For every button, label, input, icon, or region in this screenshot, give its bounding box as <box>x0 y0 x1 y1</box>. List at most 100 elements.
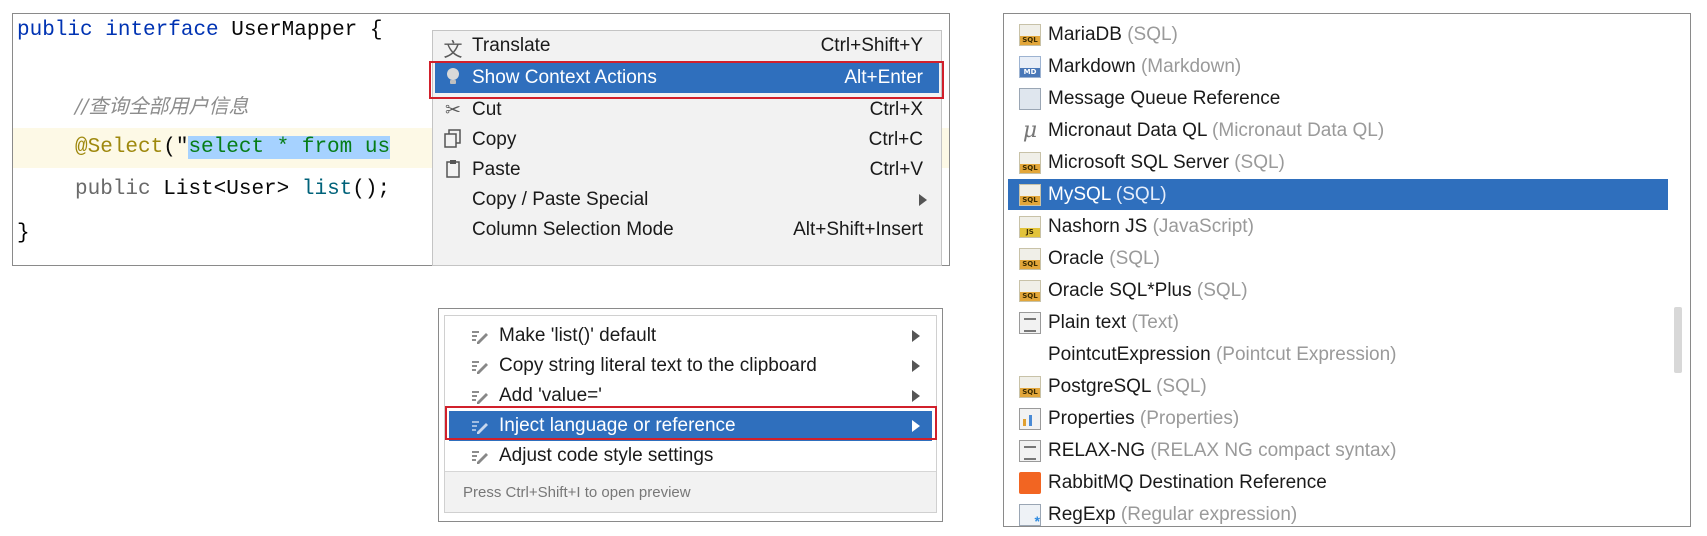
selected-sql-string[interactable]: select * from us <box>188 136 391 159</box>
language-type: (Pointcut Expression) <box>1215 344 1397 365</box>
intention-label: Inject language or reference <box>499 415 736 436</box>
menu-item-shortcut: Ctrl+Shift+Y <box>820 35 923 56</box>
language-name: RegExp <box>1048 504 1116 525</box>
menu-item-shortcut: Ctrl+C <box>868 129 923 150</box>
language-name: RELAX-NG <box>1048 440 1146 461</box>
language-name: MariaDB <box>1048 24 1122 45</box>
lightbulb-icon <box>441 67 465 89</box>
intention-label: Copy string literal text to the clipboar… <box>499 355 817 376</box>
menu-item-label: Column Selection Mode <box>472 219 674 240</box>
pencil-icon <box>469 416 489 436</box>
javascript-icon <box>1019 216 1041 238</box>
keyword-public: public <box>17 19 93 42</box>
intention-make-default[interactable]: Make 'list()' default <box>449 321 932 351</box>
language-item-mysql[interactable]: MySQL (SQL) <box>1008 179 1668 210</box>
sql-icon <box>1019 184 1041 206</box>
intention-footer: Press Ctrl+Shift+I to open preview <box>445 471 936 512</box>
intention-copy-string-literal[interactable]: Copy string literal text to the clipboar… <box>449 351 932 381</box>
select-annotation: @Select <box>75 136 164 159</box>
sql-icon <box>1019 152 1041 174</box>
language-item-rabbitmq[interactable]: RabbitMQ Destination Reference <box>1008 467 1668 498</box>
language-item-relax-ng[interactable]: RELAX-NG (RELAX NG compact syntax) <box>1008 435 1668 466</box>
translate-icon: 文 <box>443 40 463 61</box>
open-brace: { <box>369 19 383 42</box>
menu-item-copy-paste-special[interactable]: Copy / Paste Special <box>435 185 939 215</box>
language-name: RabbitMQ Destination Reference <box>1048 472 1327 493</box>
language-type: (Text) <box>1131 312 1179 333</box>
language-item-microsoft-sql-server[interactable]: Microsoft SQL Server (SQL) <box>1008 147 1668 178</box>
menu-item-shortcut: Alt+Enter <box>844 67 923 88</box>
pencil-icon <box>469 446 489 466</box>
intention-list: Make 'list()' default Copy string litera… <box>444 315 937 513</box>
rabbitmq-icon <box>1019 472 1041 494</box>
language-item-plain-text[interactable]: Plain text (Text) <box>1008 307 1668 338</box>
language-type: (SQL) <box>1127 24 1178 45</box>
menu-item-show-context-actions[interactable]: Show Context Actions Alt+Enter <box>435 63 939 93</box>
menu-item-label: Show Context Actions <box>472 67 657 88</box>
language-name: Message Queue Reference <box>1048 88 1281 109</box>
pencil-icon <box>469 326 489 346</box>
menu-item-label: Translate <box>472 35 551 56</box>
menu-item-shortcut: Ctrl+X <box>869 99 923 120</box>
annotation-open-quote: (" <box>163 136 189 159</box>
menu-item-paste[interactable]: Paste Ctrl+V <box>435 155 939 185</box>
language-item-postgresql[interactable]: PostgreSQL (SQL) <box>1008 371 1668 402</box>
submenu-arrow-icon <box>912 330 920 342</box>
language-name: Oracle SQL*Plus <box>1048 280 1192 301</box>
language-type: (Properties) <box>1139 408 1240 429</box>
language-name: MySQL <box>1048 184 1111 205</box>
sql-icon <box>1019 376 1041 398</box>
preview-hint: Press Ctrl+Shift+I to open preview <box>463 484 691 501</box>
language-item-oracle[interactable]: Oracle (SQL) <box>1008 243 1668 274</box>
text-file-icon <box>1019 440 1041 462</box>
intention-label: Adjust code style settings <box>499 445 714 466</box>
scrollbar-thumb[interactable] <box>1674 307 1682 373</box>
keyword-interface: interface <box>105 19 219 42</box>
method-name: list <box>301 178 353 201</box>
language-type: (SQL) <box>1196 280 1248 301</box>
language-item-properties[interactable]: Properties (Properties) <box>1008 403 1668 434</box>
intention-add-value[interactable]: Add 'value=' <box>449 381 932 411</box>
menu-item-copy[interactable]: Copy Ctrl+C <box>435 125 939 155</box>
language-item-mariadb[interactable]: MariaDB (SQL) <box>1008 19 1668 50</box>
paste-icon <box>441 159 465 181</box>
menu-item-cut[interactable]: ✂ Cut Ctrl+X <box>435 95 939 125</box>
scissors-icon: ✂ <box>445 100 461 121</box>
intention-adjust-code-style[interactable]: Adjust code style settings <box>449 441 932 471</box>
language-item-message-queue[interactable]: Message Queue Reference <box>1008 83 1668 114</box>
menu-item-label: Cut <box>472 99 502 120</box>
text-file-icon <box>1019 312 1041 334</box>
language-type: (SQL) <box>1234 152 1285 173</box>
language-item-markdown[interactable]: Markdown (Markdown) <box>1008 51 1668 82</box>
menu-item-shortcut: Ctrl+V <box>869 159 923 180</box>
language-name: Properties <box>1048 408 1135 429</box>
regexp-icon <box>1019 504 1041 526</box>
language-name: PointcutExpression <box>1048 344 1211 365</box>
method-public: public <box>75 178 151 201</box>
sql-icon <box>1019 248 1041 270</box>
language-type: (RELAX NG compact syntax) <box>1150 440 1397 461</box>
menu-item-translate[interactable]: 文 Translate Ctrl+Shift+Y <box>435 31 939 61</box>
menu-item-shortcut: Alt+Shift+Insert <box>793 219 923 240</box>
language-item-micronaut-data-ql[interactable]: μ Micronaut Data QL (Micronaut Data QL) <box>1008 115 1668 146</box>
editor-context-menu: 文 Translate Ctrl+Shift+Y Show Context Ac… <box>432 30 942 266</box>
language-item-pointcut-expression[interactable]: PointcutExpression (Pointcut Expression) <box>1008 339 1668 370</box>
language-item-oracle-sqlplus[interactable]: Oracle SQL*Plus (SQL) <box>1008 275 1668 306</box>
sql-icon <box>1019 280 1041 302</box>
return-type: List<User> <box>163 178 290 201</box>
language-name: PostgreSQL <box>1048 376 1151 397</box>
language-item-regexp[interactable]: RegExp (Regular expression) <box>1008 499 1668 526</box>
language-type: (Markdown) <box>1140 56 1242 77</box>
language-picker-list[interactable]: MariaDB (SQL) Markdown (Markdown) Messag… <box>1003 13 1691 527</box>
intention-inject-language[interactable]: Inject language or reference <box>449 411 932 441</box>
language-name: Markdown <box>1048 56 1136 77</box>
pencil-icon <box>469 386 489 406</box>
intention-label: Add 'value=' <box>499 385 602 406</box>
intention-label: Make 'list()' default <box>499 325 657 346</box>
interface-name: UserMapper <box>231 19 358 42</box>
menu-item-column-selection-mode[interactable]: Column Selection Mode Alt+Shift+Insert <box>435 215 939 245</box>
language-name: Micronaut Data QL <box>1048 120 1207 141</box>
language-item-nashorn-js[interactable]: Nashorn JS (JavaScript) <box>1008 211 1668 242</box>
pencil-icon <box>469 356 489 376</box>
language-type: (SQL) <box>1109 248 1160 269</box>
